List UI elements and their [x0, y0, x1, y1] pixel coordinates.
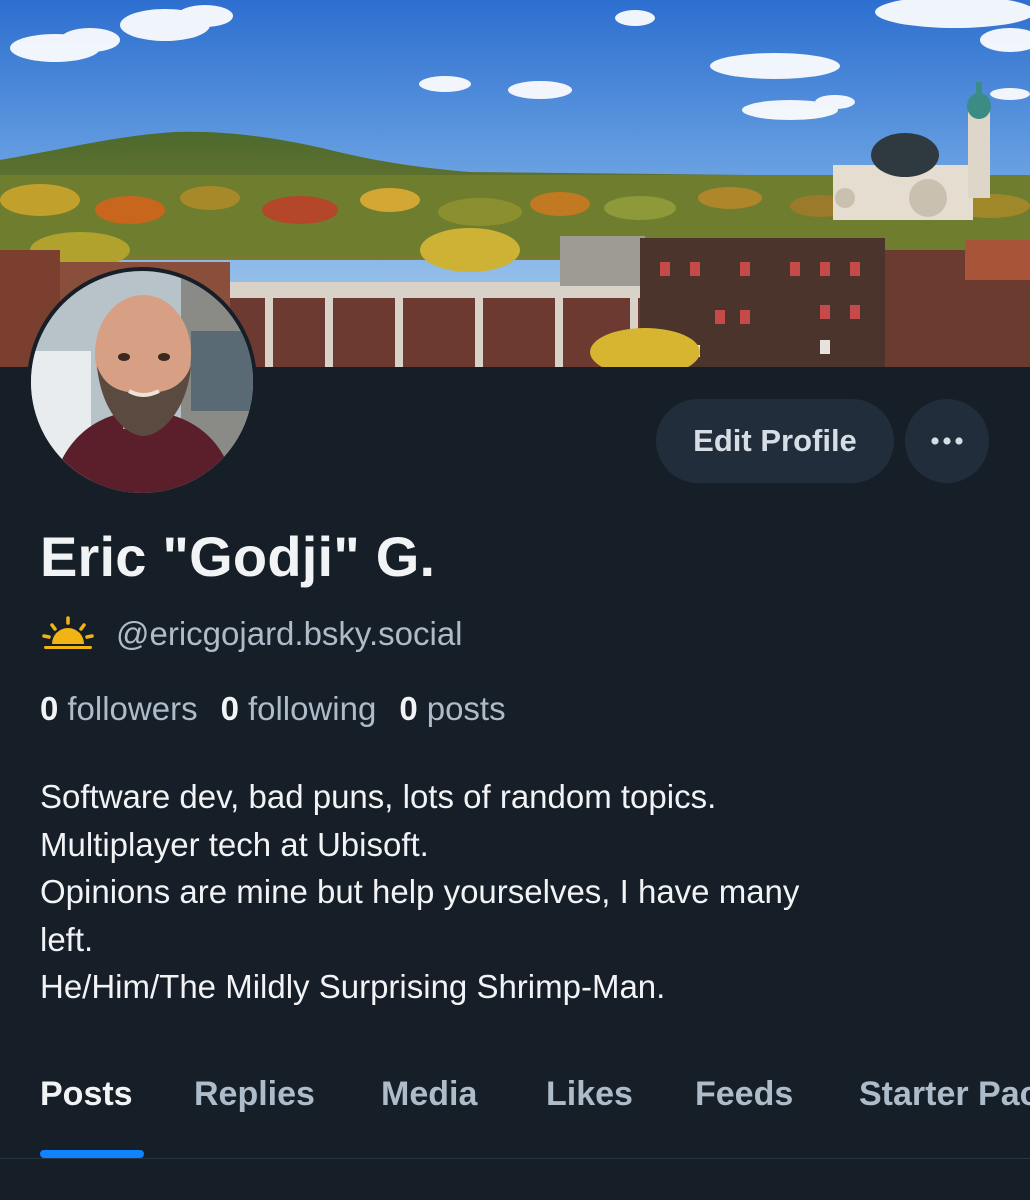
stat-label: followers — [67, 690, 198, 727]
stat-label: posts — [426, 690, 506, 727]
tab-media[interactable]: Media — [381, 1075, 477, 1114]
active-tab-indicator — [40, 1150, 144, 1158]
edit-profile-button[interactable]: Edit Profile — [656, 399, 894, 483]
tab-starter-packs[interactable]: Starter Packs — [859, 1075, 1030, 1114]
more-options-button[interactable] — [905, 399, 989, 483]
stat-count: 0 — [399, 690, 418, 727]
bio-line: Opinions are mine but help yourselves, I… — [40, 873, 800, 910]
stat-count: 0 — [40, 690, 59, 727]
tabs-divider — [0, 1158, 1030, 1159]
avatar-image — [31, 271, 253, 493]
profile-tabs: Posts Replies Media Likes Feeds Starter … — [0, 1075, 1030, 1159]
profile-bio: Software dev, bad puns, lots of random t… — [40, 773, 1000, 1011]
display-name: Eric "Godji" G. — [40, 525, 436, 588]
tab-posts[interactable]: Posts — [40, 1075, 133, 1114]
stat-label: following — [247, 690, 377, 727]
bio-line: left. — [40, 920, 94, 958]
bio-line: Multiplayer tech at Ubisoft. — [40, 825, 429, 863]
tab-replies[interactable]: Replies — [194, 1075, 315, 1114]
tab-likes[interactable]: Likes — [546, 1075, 633, 1114]
sun-emoji-icon — [42, 616, 94, 649]
tab-feeds[interactable]: Feeds — [695, 1075, 793, 1114]
handle-row: @ericgojard.bsky.social — [40, 612, 463, 656]
handle-text: @ericgojard.bsky.social — [116, 615, 463, 652]
stat-posts: 0 posts — [399, 690, 505, 728]
stat-count: 0 — [220, 690, 239, 727]
stat-followers[interactable]: 0 followers — [40, 690, 198, 728]
ellipsis-icon — [931, 437, 963, 445]
profile-stats: 0 followers 0 following 0 posts — [40, 690, 506, 728]
bio-line: He/Him/The Mildly Surprising Shrimp-Man. — [40, 968, 666, 1005]
stat-following[interactable]: 0 following — [221, 690, 377, 728]
bio-line: Software dev, bad puns, lots of random t… — [40, 778, 717, 815]
avatar[interactable] — [27, 267, 257, 497]
